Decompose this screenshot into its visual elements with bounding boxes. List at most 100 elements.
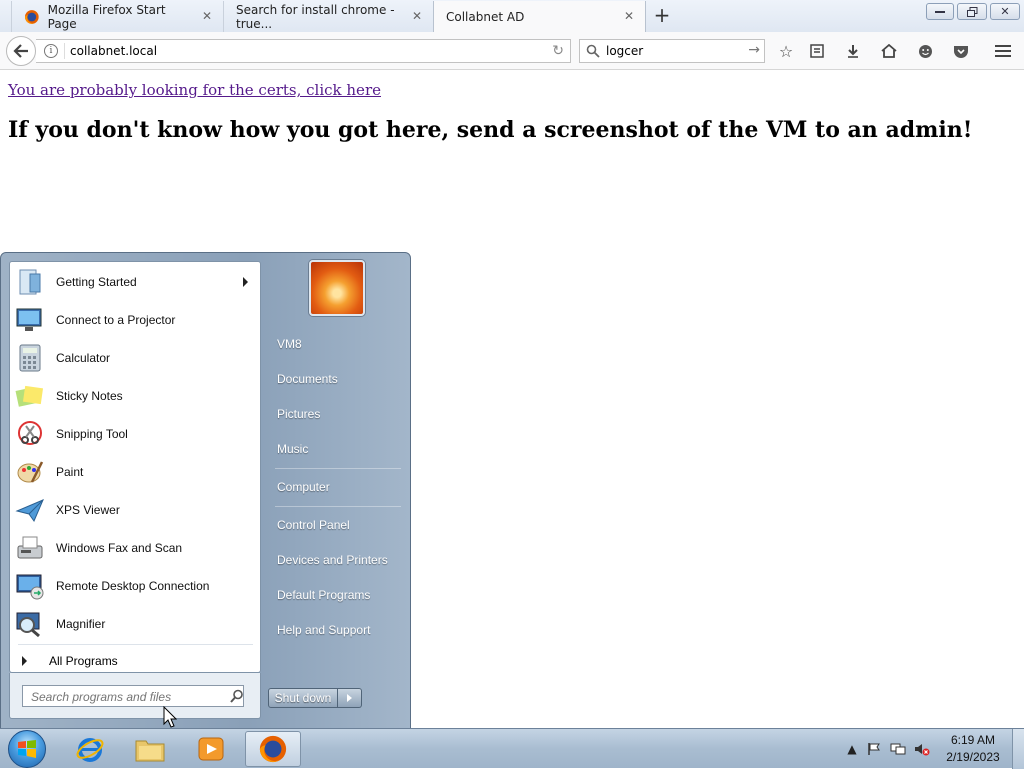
search-icon	[230, 689, 243, 703]
start-link-control-panel[interactable]: Control Panel	[273, 514, 401, 536]
tab-label: Collabnet AD	[446, 9, 525, 24]
program-connect-projector[interactable]: Connect to a Projector	[10, 301, 260, 339]
clock-date: 2/19/2023	[946, 750, 1000, 764]
tab-label: Mozilla Firefox Start Page	[47, 2, 166, 31]
start-link-computer[interactable]: Computer	[273, 476, 401, 498]
reload-icon[interactable]: ↻	[552, 43, 564, 59]
hello-button[interactable]	[915, 41, 935, 61]
back-arrow-icon	[13, 44, 28, 58]
bookmark-star-icon[interactable]: ☆	[776, 41, 796, 61]
shutdown-button[interactable]: Shut down	[268, 688, 338, 708]
program-list: Getting Started Connect to a Projector C…	[9, 261, 261, 673]
magnifier-icon	[14, 608, 46, 640]
tab-search-install-chrome[interactable]: Search for install chrome - true... ✕	[223, 1, 433, 32]
start-link-help-support[interactable]: Help and Support	[273, 619, 401, 641]
smiley-icon	[918, 44, 932, 58]
program-getting-started[interactable]: Getting Started	[10, 263, 260, 301]
tab-label: Search for install chrome - true...	[236, 2, 395, 31]
taskbar-firefox[interactable]	[245, 731, 301, 767]
start-button[interactable]	[8, 730, 46, 768]
new-tab-button[interactable]: +	[651, 5, 673, 27]
bookmarks-menu-button[interactable]	[807, 41, 827, 61]
site-info-icon[interactable]: i	[44, 44, 58, 58]
program-sticky-notes[interactable]: Sticky Notes	[10, 377, 260, 415]
show-hidden-icons-button[interactable]: ▲	[844, 741, 860, 757]
tab-firefox-start-page[interactable]: Mozilla Firefox Start Page ✕	[11, 1, 223, 32]
user-avatar[interactable]	[309, 260, 365, 316]
menu-button[interactable]	[993, 41, 1013, 61]
program-snipping-tool[interactable]: Snipping Tool	[10, 415, 260, 453]
start-menu: Getting Started Connect to a Projector C…	[0, 252, 411, 729]
start-link-music[interactable]: Music	[273, 438, 401, 460]
url-bar[interactable]: i collabnet.local ↻	[36, 39, 571, 63]
media-player-icon	[198, 737, 224, 761]
projector-icon	[14, 304, 46, 336]
search-go-icon[interactable]: →	[748, 42, 760, 58]
program-xps-viewer[interactable]: XPS Viewer	[10, 491, 260, 529]
start-link-documents[interactable]: Documents	[273, 368, 401, 390]
search-bar[interactable]: logcer →	[579, 39, 765, 63]
url-text[interactable]: collabnet.local	[70, 44, 157, 58]
close-tab-icon[interactable]: ✕	[200, 9, 214, 23]
start-search-area	[9, 673, 261, 719]
home-icon	[881, 44, 897, 58]
home-button[interactable]	[879, 41, 899, 61]
shutdown-options-button[interactable]	[338, 688, 362, 708]
volume-muted-icon[interactable]	[914, 741, 930, 757]
restore-button[interactable]	[957, 3, 987, 20]
start-right-divider	[275, 506, 401, 507]
downloads-button[interactable]	[843, 41, 863, 61]
windows-logo-icon	[18, 740, 36, 758]
start-link-pictures[interactable]: Pictures	[273, 403, 401, 425]
all-programs-button[interactable]: All Programs	[10, 650, 260, 672]
network-icon[interactable]	[890, 741, 906, 757]
program-remote-desktop[interactable]: Remote Desktop Connection	[10, 567, 260, 605]
taskbar-internet-explorer[interactable]	[62, 731, 118, 767]
system-clock[interactable]: 6:19 AM 2/19/2023	[938, 732, 1008, 766]
program-fax-scan[interactable]: Windows Fax and Scan	[10, 529, 260, 567]
snipping-tool-icon	[14, 418, 46, 450]
sticky-notes-icon	[14, 380, 46, 412]
back-button[interactable]	[6, 36, 36, 66]
start-link-user-folder[interactable]: VM8	[273, 333, 401, 355]
getting-started-icon	[14, 266, 46, 298]
close-tab-icon[interactable]: ✕	[410, 9, 424, 23]
search-input[interactable]: logcer	[606, 44, 643, 58]
minimize-icon	[935, 10, 945, 13]
tab-collabnet-ad[interactable]: Collabnet AD ✕	[433, 1, 646, 32]
start-search-input[interactable]	[22, 685, 244, 707]
clipboard-icon	[810, 44, 824, 58]
chevron-right-icon	[347, 694, 352, 702]
firefox-icon	[24, 9, 39, 24]
minimize-button[interactable]	[926, 3, 954, 20]
show-desktop-button[interactable]	[1012, 729, 1024, 769]
internet-explorer-icon	[76, 738, 104, 762]
taskbar-windows-explorer[interactable]	[122, 731, 178, 767]
action-center-flag-icon[interactable]	[866, 741, 882, 757]
search-icon	[586, 44, 600, 58]
download-icon	[848, 45, 858, 58]
program-magnifier[interactable]: Magnifier	[10, 605, 260, 643]
submenu-arrow-icon	[243, 277, 248, 287]
mouse-cursor-icon	[163, 706, 177, 728]
start-link-devices-printers[interactable]: Devices and Printers	[273, 549, 401, 571]
hamburger-icon	[995, 45, 1011, 57]
pocket-button[interactable]	[951, 41, 971, 61]
close-window-button[interactable]: ✕	[990, 3, 1020, 20]
xps-viewer-icon	[14, 494, 46, 526]
pocket-icon	[954, 45, 968, 58]
remote-desktop-icon	[14, 570, 46, 602]
program-calculator[interactable]: Calculator	[10, 339, 260, 377]
tab-bar: Mozilla Firefox Start Page ✕ Search for …	[0, 0, 1024, 32]
all-programs-arrow-icon	[22, 656, 27, 666]
navigation-toolbar: i collabnet.local ↻ logcer → ☆	[0, 32, 1024, 70]
paint-icon	[14, 456, 46, 488]
certs-link[interactable]: You are probably looking for the certs, …	[8, 81, 381, 99]
taskbar-media-player[interactable]	[183, 731, 239, 767]
start-link-default-programs[interactable]: Default Programs	[273, 584, 401, 606]
close-icon: ✕	[1000, 5, 1010, 18]
program-paint[interactable]: Paint	[10, 453, 260, 491]
close-tab-icon[interactable]: ✕	[622, 9, 636, 23]
calculator-icon	[14, 342, 46, 374]
firefox-icon	[259, 735, 287, 763]
